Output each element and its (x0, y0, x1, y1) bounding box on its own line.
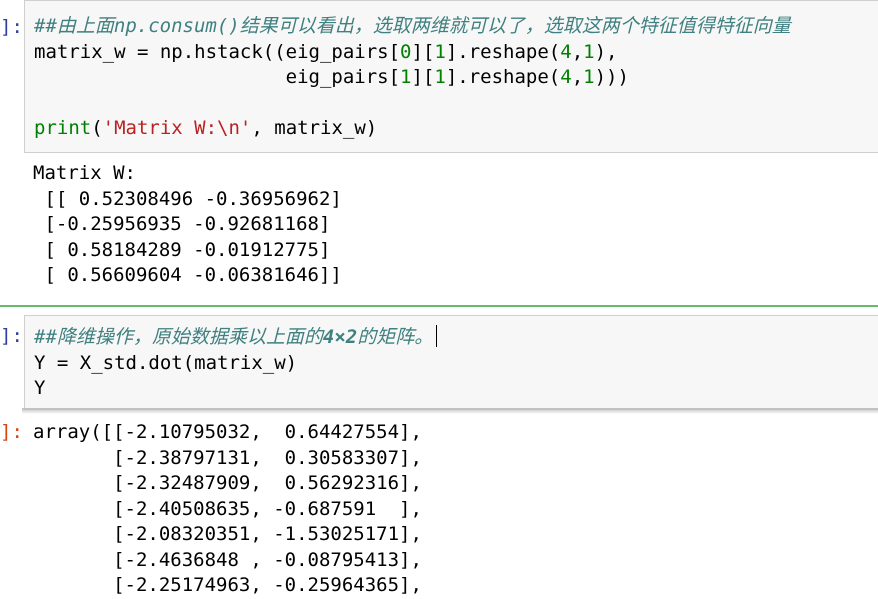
cell1-output: Matrix W: [[ 0.52308496 -0.36956962] [-0… (33, 162, 342, 286)
cell2-code-editor[interactable]: ##降维操作，原始数据乘以上面的4×2的矩阵。 Y = X_std.dot(ma… (24, 315, 878, 410)
text-cursor (436, 325, 438, 347)
cell2-output-prompt: ]: (0, 421, 22, 443)
cell1-code-editor[interactable]: ##由上面np.consum()结果可以看出，选取两维就可以了，选取这两个特征值… (24, 0, 878, 153)
scroll-shadow (22, 408, 878, 414)
cell2-input-prompt: ]: (0, 325, 22, 347)
cell2-output: array([[-2.10795032, 0.64427554], [-2.38… (33, 421, 422, 596)
cell2-code[interactable]: ##降维操作，原始数据乘以上面的4×2的矩阵。 Y = X_std.dot(ma… (25, 325, 878, 402)
cell1-input-prompt: ]: (0, 16, 22, 38)
cell2-comment: ##降维操作，原始数据乘以上面的4×2的矩阵。 (34, 326, 434, 348)
cell1-code[interactable]: ##由上面np.consum()结果可以看出，选取两维就可以了，选取这两个特征值… (25, 14, 878, 142)
cell1-comment: ##由上面np.consum()结果可以看出，选取两维就可以了，选取这两个特征值… (34, 15, 791, 37)
selected-cell-border (0, 305, 878, 307)
